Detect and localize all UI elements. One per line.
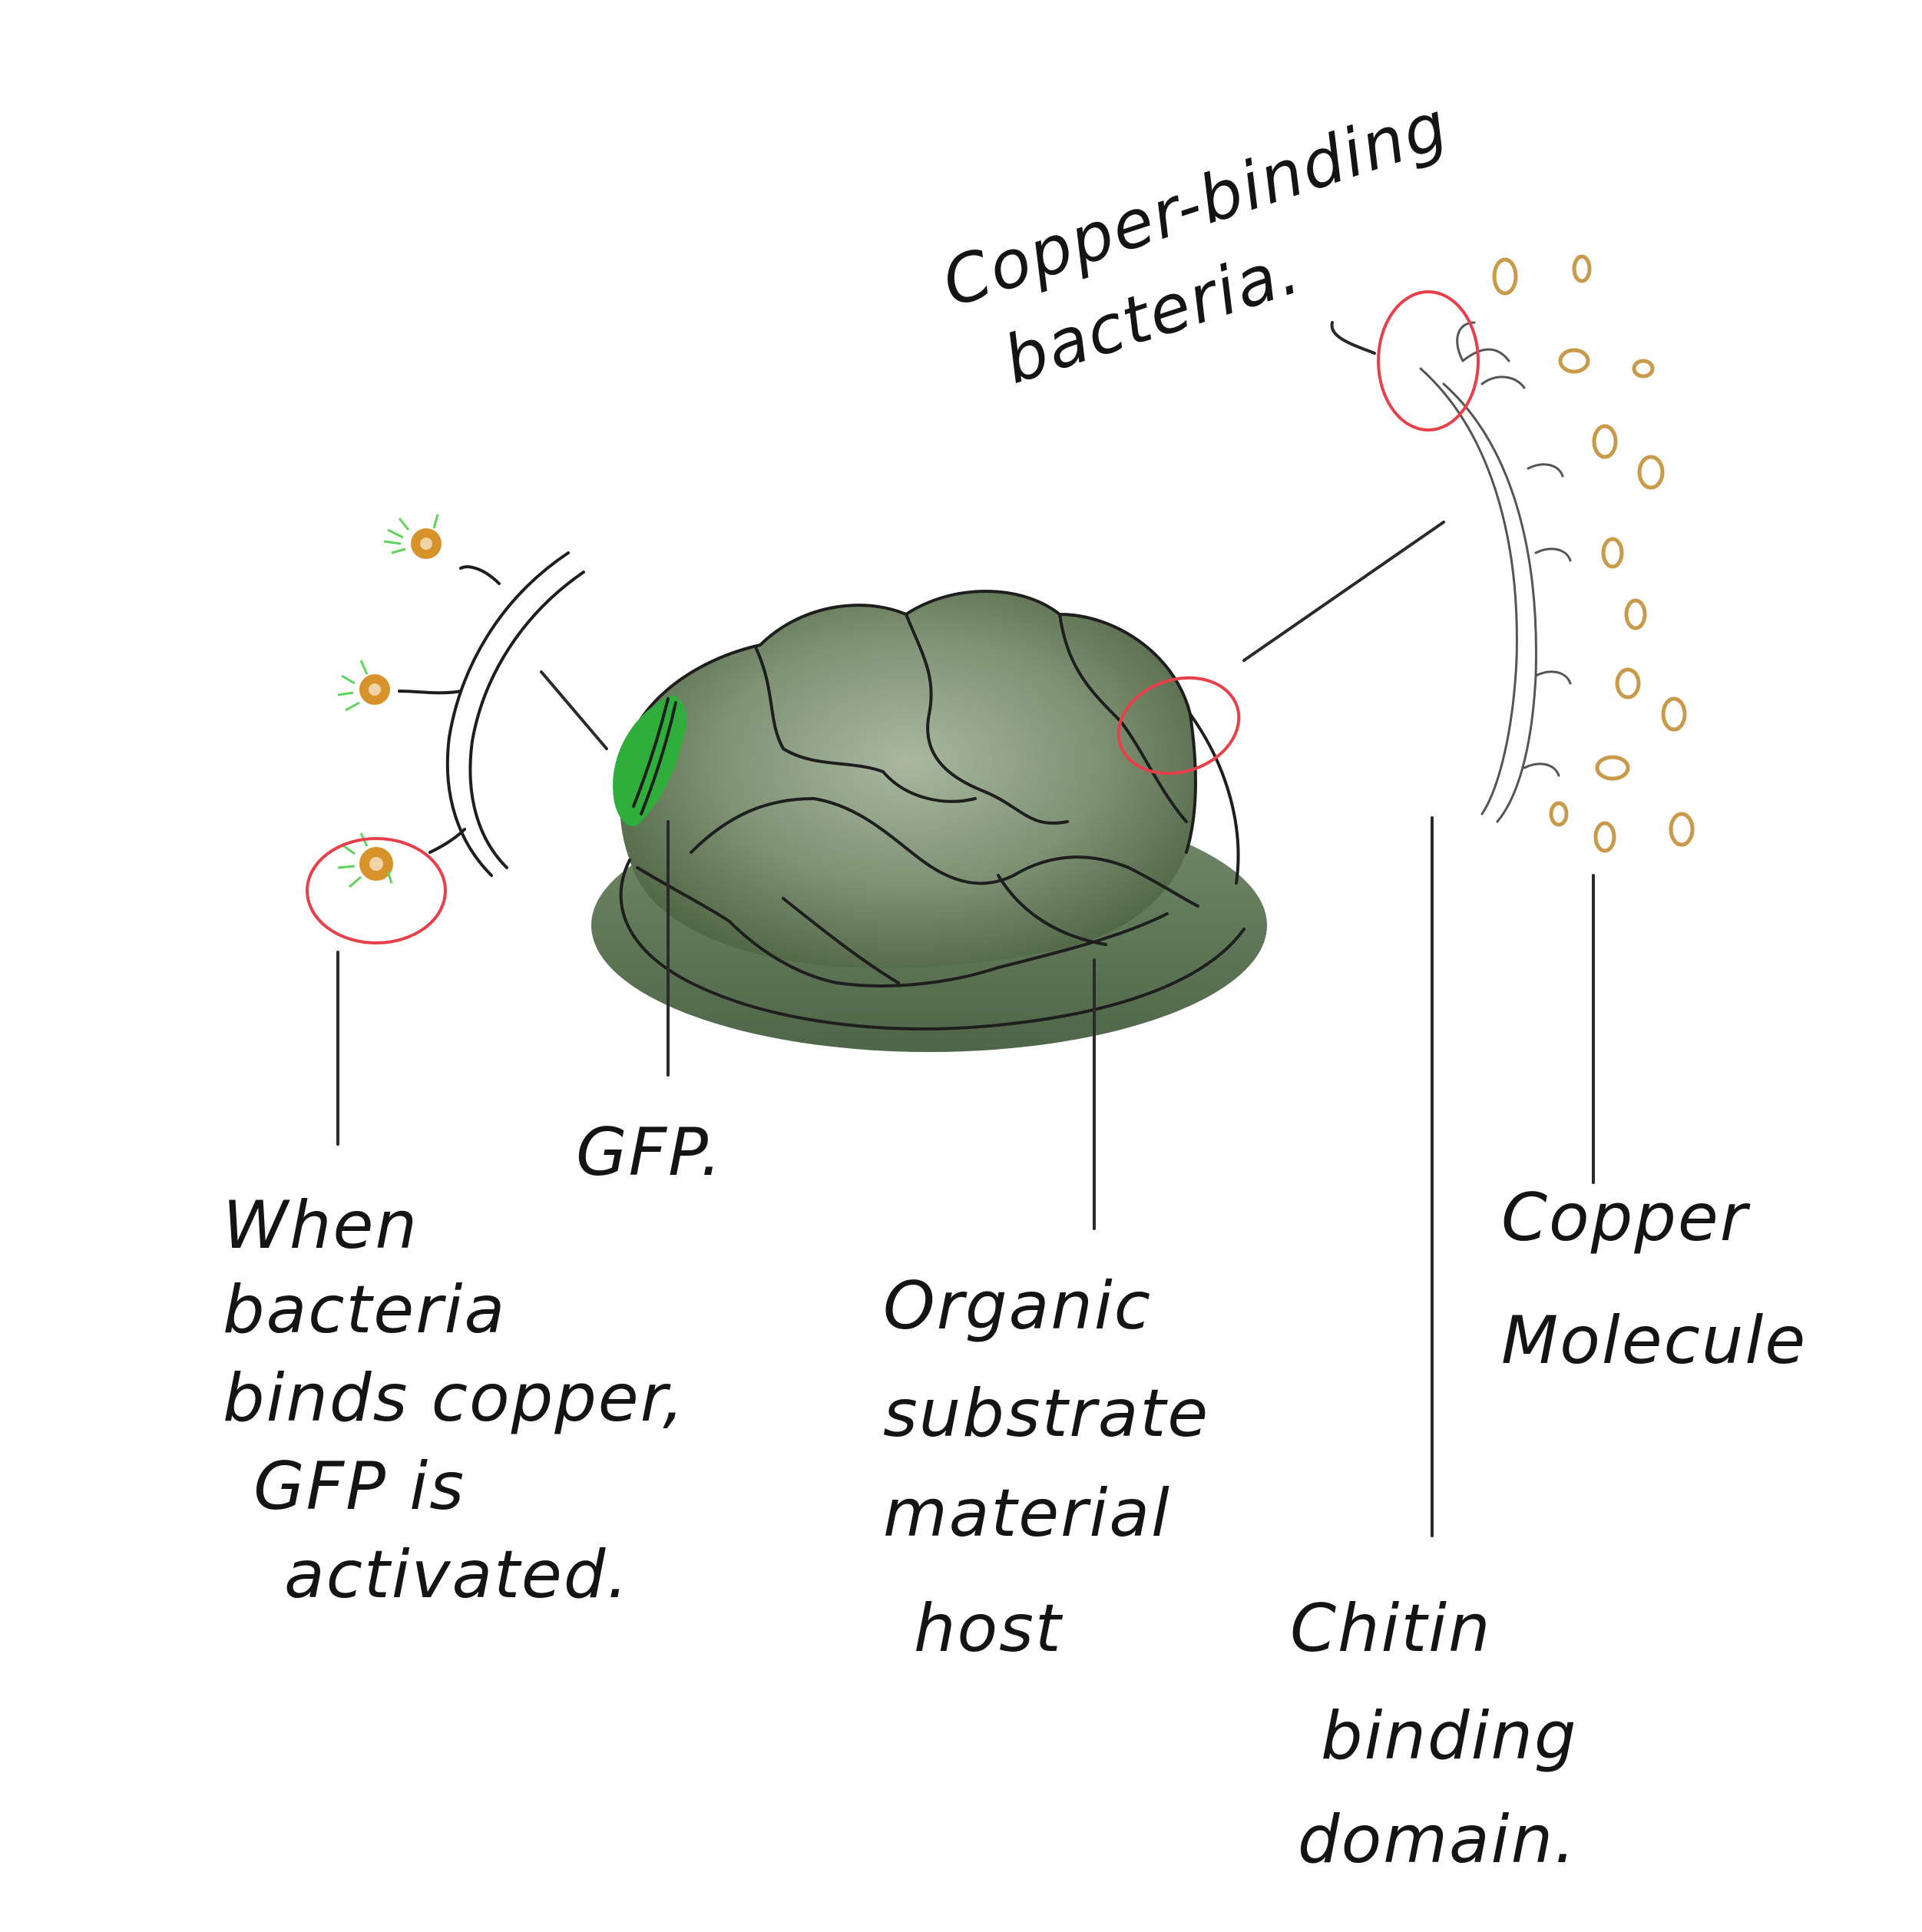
label-substrate-2: substrate xyxy=(883,1375,1209,1452)
label-activation-1: When xyxy=(223,1187,418,1264)
substrate-blob xyxy=(591,590,1267,1052)
left-bacteria-membrane xyxy=(306,514,585,944)
label-chitin-2: binding xyxy=(1321,1698,1578,1775)
bound-copper-2 xyxy=(337,660,390,712)
label-activation-4: GFP is xyxy=(253,1448,465,1525)
diagram-canvas: Copper-binding bacteria. When bacteria b… xyxy=(223,87,1807,1878)
label-copper-molecule-2: Molecule xyxy=(1501,1302,1807,1379)
right-bacteria-membrane xyxy=(1242,290,1572,823)
label-chitin-1: Chitin xyxy=(1290,1590,1492,1667)
label-activation-5: activated. xyxy=(284,1537,630,1613)
label-activation-2: bacteria xyxy=(223,1272,506,1348)
bound-copper-1 xyxy=(383,514,442,559)
label-chitin-3: domain. xyxy=(1298,1801,1576,1878)
label-copper-molecule-1: Copper xyxy=(1501,1179,1751,1256)
substrate-body xyxy=(620,591,1196,968)
label-substrate-3: material xyxy=(883,1475,1171,1552)
bound-copper-3 xyxy=(337,832,393,888)
label-gfp: GFP. xyxy=(576,1114,723,1191)
label-substrate-1: Organic xyxy=(883,1268,1152,1345)
label-activation-3: binds copper, xyxy=(223,1360,686,1437)
label-substrate-4: host xyxy=(914,1590,1064,1667)
